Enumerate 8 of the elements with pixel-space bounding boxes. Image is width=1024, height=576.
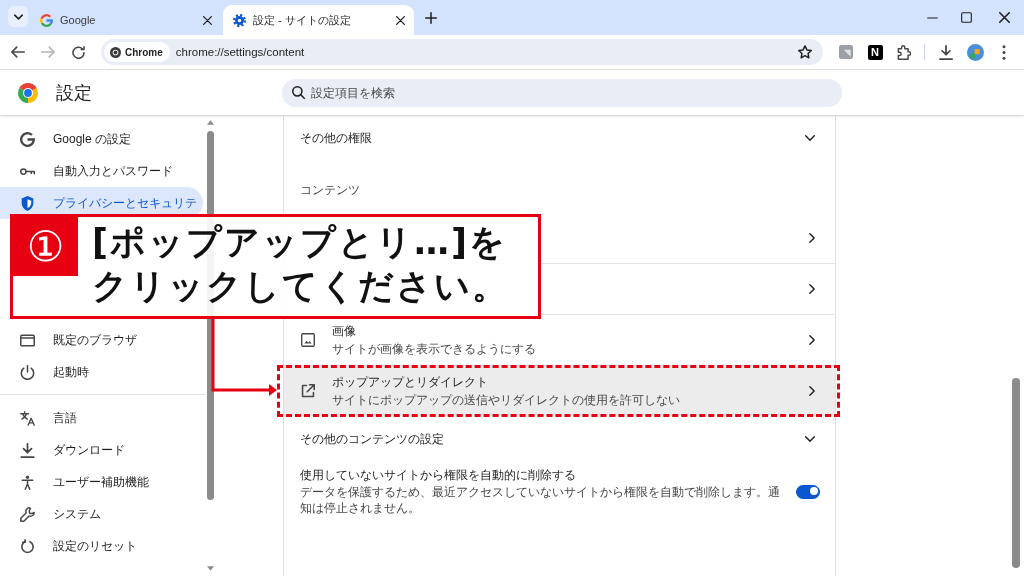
callout-text: クリックしてください。 xyxy=(92,265,509,308)
page-title: 設定 xyxy=(56,80,92,105)
setting-title: 使用していないサイトから権限を自動的に削除する xyxy=(300,467,577,484)
section-heading: コンテンツ xyxy=(300,183,360,197)
callout-text: [ポップアップとリ…]を xyxy=(92,221,507,264)
setting-description: データを保護するため、最近アクセスしていないサイトから権限を自動で削除します。通知は停止されません。 xyxy=(300,483,781,517)
url-text: chrome://settings/content xyxy=(175,46,306,58)
step-badge: ① xyxy=(13,217,78,276)
